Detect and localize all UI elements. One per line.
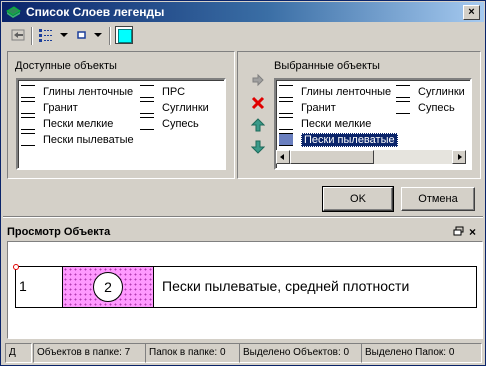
toolbar-separator [31,27,33,45]
section-divider [3,216,483,218]
window-title: Список Слоев легенды [26,5,165,19]
selected-objects-group: Выбранные объекты Глины ленточные Гранит… [237,51,481,179]
layer-swatch [396,84,410,98]
scroll-thumb[interactable] [290,150,374,164]
layer-swatch [21,116,35,130]
list-item[interactable]: Супесь [140,116,199,131]
available-objects-list[interactable]: Глины ленточные Гранит Пески мелкие Песк… [16,78,226,170]
swatch-fill [118,29,132,43]
square-icon[interactable] [75,26,89,44]
list-item-selected[interactable]: Пески пылеватые [279,132,398,147]
scroll-right-icon [458,154,462,160]
list-item[interactable]: Глины ленточные [21,84,133,99]
restore-icon[interactable] [453,226,465,237]
legend-description: Пески пылеватые, средней плотности [162,278,410,294]
cancel-button[interactable]: Отмена [401,187,475,211]
scroll-left-icon [280,154,284,160]
preview-title: Просмотр Объекта [7,226,111,238]
layer-swatch [21,100,35,114]
status-objects-in-folder: Объектов в папке: 7 [33,343,146,363]
available-objects-group: Доступные объекты Глины ленточные Гранит… [7,51,235,179]
list-item[interactable]: Глины ленточные [279,84,391,99]
color-swatch-icon[interactable] [115,26,133,44]
list-view-icon[interactable] [37,26,57,44]
selected-objects-label: Выбранные объекты [274,60,380,72]
row-number: 1 [19,278,27,294]
horizontal-scrollbar[interactable] [276,150,466,164]
scroll-left-button[interactable] [276,150,290,164]
layer-swatch [21,84,35,98]
layer-swatch [279,84,293,98]
toolbar-separator [109,27,111,45]
layer-back-icon[interactable] [9,26,27,44]
toolbar [3,24,483,48]
layer-swatch [279,132,293,146]
list-item[interactable]: Пески пылеватые [21,132,134,147]
legend-row: 1 2 Пески пылеватые, средней плотности [13,264,477,308]
layer-swatch [140,116,154,130]
close-button[interactable]: × [463,5,480,20]
title-bar: Список Слоев легенды × [2,2,484,22]
list-item[interactable]: Пески мелкие [21,116,113,131]
list-item[interactable]: ПРС [140,84,185,99]
layer-swatch [140,84,154,98]
list-item[interactable]: Гранит [279,100,336,115]
layer-swatch [279,116,293,130]
ok-button[interactable]: OK [322,186,394,212]
legend-layers-dialog: Список Слоев легенды × Доступные объекты… [0,0,486,366]
dropdown-arrow-icon[interactable] [93,26,103,44]
selected-objects-list[interactable]: Глины ленточные Гранит Пески мелкие Песк… [274,78,472,170]
preview-close-icon[interactable]: × [469,225,476,239]
status-selected-objects: Выделено Объектов: 0 [239,343,362,363]
app-icon [6,6,21,18]
status-folders-in-folder: Папок в папке: 0 [145,343,240,363]
layer-number-circle: 2 [93,272,123,302]
dropdown-arrow-icon[interactable] [59,26,69,44]
layer-swatch [396,100,410,114]
available-objects-label: Доступные объекты [15,60,117,72]
pattern-swatch: 2 [62,267,154,307]
preview-area: 1 2 Пески пылеватые, средней плотности [7,241,483,339]
list-item[interactable]: Гранит [21,100,78,115]
list-item[interactable]: Супесь [396,100,455,115]
layer-swatch [140,100,154,114]
list-item[interactable]: Суглинки [140,100,209,115]
layer-swatch [279,100,293,114]
status-selected-folders: Выделено Папок: 0 [361,343,482,363]
list-item[interactable]: Суглинки [396,84,465,99]
list-item[interactable]: Пески мелкие [279,116,371,131]
scroll-right-button[interactable] [452,150,466,164]
status-d: Д [5,343,32,363]
anchor-marker [13,264,19,270]
layer-swatch [21,132,35,146]
